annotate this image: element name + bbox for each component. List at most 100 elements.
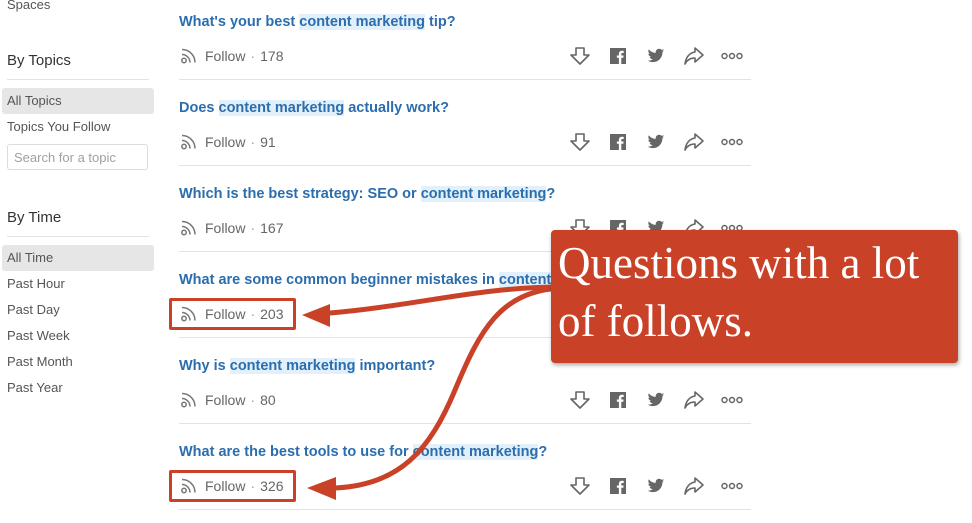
follow-label: Follow <box>205 48 246 64</box>
question-title-pre: What are some common beginner mistakes i… <box>179 272 499 288</box>
downvote-icon <box>570 477 590 495</box>
twitter-share-button[interactable] <box>637 45 675 67</box>
sidebar-item-all-topics[interactable]: All Topics <box>2 88 154 114</box>
callout-line-1: Questions with a lot <box>558 238 920 288</box>
more-options-button[interactable] <box>713 131 751 153</box>
more-icon <box>721 482 743 490</box>
downvote-button[interactable] <box>561 389 599 411</box>
question-title-highlight: content marketing <box>420 186 547 202</box>
twitter-share-button[interactable] <box>637 475 675 497</box>
divider <box>179 79 751 80</box>
more-icon <box>721 396 743 404</box>
twitter-share-button[interactable] <box>637 389 675 411</box>
callout-line-2: of follows. <box>558 296 753 346</box>
question-title-pre: What's your best <box>179 14 300 30</box>
share-button[interactable] <box>675 389 713 411</box>
twitter-icon <box>647 392 665 407</box>
follow-button[interactable]: Follow <box>179 391 245 409</box>
follow-button[interactable]: Follow <box>179 219 245 237</box>
facebook-icon <box>610 48 626 64</box>
share-icon <box>684 477 704 495</box>
share-button[interactable] <box>675 45 713 67</box>
divider <box>179 165 751 166</box>
more-options-button[interactable] <box>713 45 751 67</box>
sidebar-item-topics-you-follow[interactable]: Topics You Follow <box>2 114 154 140</box>
follow-button[interactable]: Follow <box>179 47 245 65</box>
more-options-button[interactable] <box>713 475 751 497</box>
sidebar-item-past-day[interactable]: Past Day <box>2 297 154 323</box>
facebook-icon <box>610 392 626 408</box>
question-title-highlight: content marketing <box>412 444 539 460</box>
facebook-share-button[interactable] <box>599 45 637 67</box>
twitter-icon <box>647 48 665 63</box>
downvote-button[interactable] <box>561 45 599 67</box>
divider <box>179 509 751 510</box>
downvote-button[interactable] <box>561 131 599 153</box>
question-meta: Follow · 80 <box>179 391 276 409</box>
twitter-share-button[interactable] <box>637 131 675 153</box>
question-title-post: tip? <box>424 14 456 30</box>
follow-separator: · <box>250 48 256 64</box>
annotation-highlight-box-326 <box>169 470 296 502</box>
question-item: Does content marketing actually work? Fo… <box>179 86 751 172</box>
question-title-post: actually work? <box>344 100 449 116</box>
follow-label: Follow <box>205 134 246 150</box>
question-actions <box>561 475 751 497</box>
follow-count: 80 <box>260 392 276 408</box>
question-title-link[interactable]: Does content marketing actually work? <box>179 100 449 116</box>
facebook-icon <box>610 134 626 150</box>
sidebar-item-past-month[interactable]: Past Month <box>2 349 154 375</box>
question-title-link[interactable]: Why is content marketing important? <box>179 358 435 374</box>
question-title-link[interactable]: What are the best tools to use for conte… <box>179 444 547 460</box>
question-title-pre: What are the best tools to use for <box>179 444 413 460</box>
question-title-link[interactable]: Which is the best strategy: SEO or conte… <box>179 186 555 202</box>
divider <box>7 79 149 80</box>
by-time-heading: By Time <box>7 209 62 226</box>
annotation-highlight-box-203 <box>169 298 296 330</box>
twitter-icon <box>647 134 665 149</box>
question-actions <box>561 45 751 67</box>
more-options-button[interactable] <box>713 389 751 411</box>
sidebar-item-past-week[interactable]: Past Week <box>2 323 154 349</box>
follow-rss-icon <box>181 134 196 150</box>
follow-label: Follow <box>205 392 246 408</box>
sidebar-item-past-hour[interactable]: Past Hour <box>2 271 154 297</box>
more-icon <box>721 52 743 60</box>
question-title-post: ? <box>538 444 548 460</box>
facebook-share-button[interactable] <box>599 475 637 497</box>
follow-rss-icon <box>181 220 196 236</box>
question-meta: Follow · 178 <box>179 47 284 65</box>
sidebar-item-all-time[interactable]: All Time <box>2 245 154 271</box>
share-button[interactable] <box>675 475 713 497</box>
follow-separator: · <box>250 220 256 236</box>
question-title-link[interactable]: What's your best content marketing tip? <box>179 14 456 30</box>
question-title-highlight: content marketing <box>229 358 356 374</box>
downvote-button[interactable] <box>561 475 599 497</box>
follow-separator: · <box>250 134 256 150</box>
question-title-pre: Why is <box>179 358 230 374</box>
downvote-icon <box>570 391 590 409</box>
question-actions <box>561 389 751 411</box>
follow-button[interactable]: Follow <box>179 133 245 151</box>
sidebar-item-spaces[interactable]: Spaces <box>7 0 50 12</box>
sidebar-item-past-year[interactable]: Past Year <box>2 375 154 401</box>
share-icon <box>684 47 704 65</box>
follow-separator: · <box>250 392 256 408</box>
topic-search-input[interactable] <box>7 144 148 170</box>
facebook-share-button[interactable] <box>599 131 637 153</box>
downvote-icon <box>570 47 590 65</box>
share-button[interactable] <box>675 131 713 153</box>
follow-count: 178 <box>260 48 284 64</box>
question-actions <box>561 131 751 153</box>
question-meta: Follow · 91 <box>179 133 276 151</box>
downvote-icon <box>570 133 590 151</box>
facebook-icon <box>610 478 626 494</box>
question-title-highlight: content marketing <box>218 100 345 116</box>
divider <box>179 423 751 424</box>
share-icon <box>684 133 704 151</box>
annotation-callout: Questions with a lot of follows. <box>551 230 958 363</box>
facebook-share-button[interactable] <box>599 389 637 411</box>
follow-count: 91 <box>260 134 276 150</box>
question-title-post: ? <box>546 186 556 202</box>
divider <box>7 236 149 237</box>
